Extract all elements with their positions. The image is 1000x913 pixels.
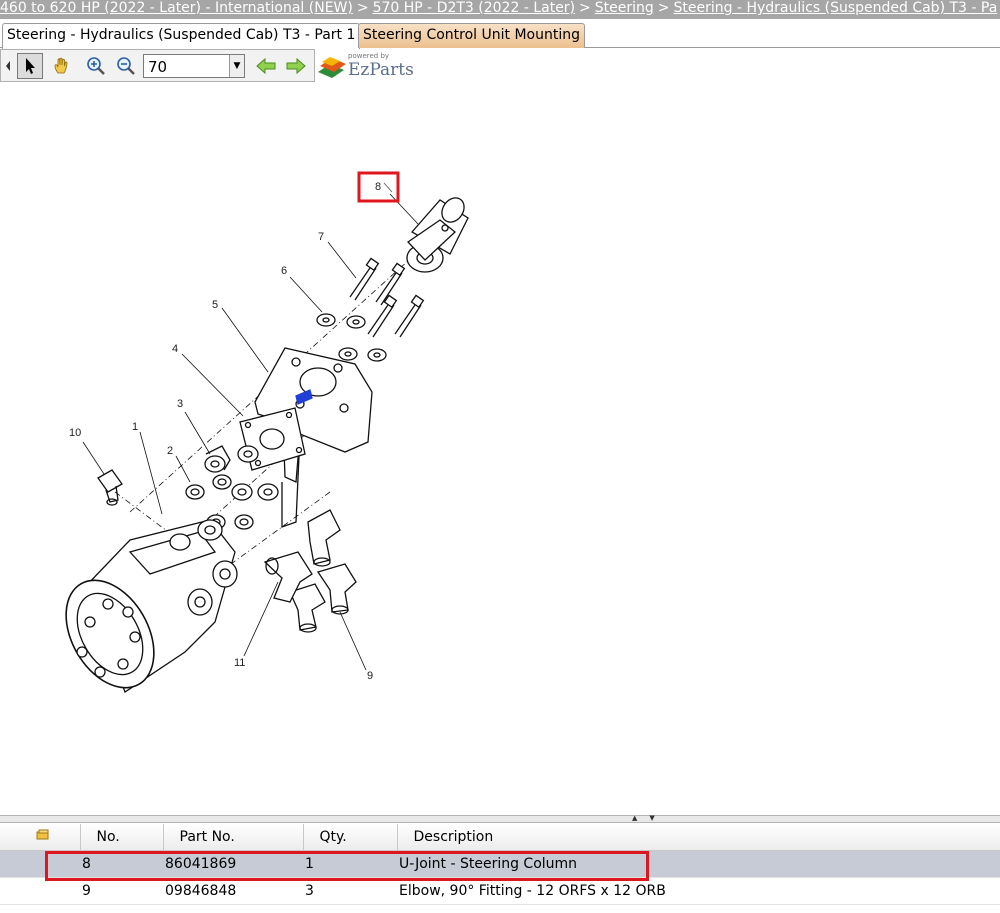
zoom-level-value: 70	[148, 58, 168, 76]
callout-11[interactable]: 11	[234, 657, 245, 669]
column-header-description[interactable]: Description	[397, 824, 1000, 851]
part-2-o-rings[interactable]	[185, 474, 254, 530]
breadcrumb-separator: >	[657, 0, 670, 16]
ezparts-brand-name: EzParts	[348, 60, 414, 80]
powered-by-label: powered by	[348, 52, 390, 60]
parts-diagram[interactable]: 1 2 3 4 5 6 7 8 9 10 11	[0, 82, 1000, 815]
chevron-down-icon[interactable]: ▼	[229, 55, 244, 77]
callout-10[interactable]: 10	[69, 427, 81, 439]
selected-row-highlight	[45, 851, 649, 881]
row-icon-cell	[0, 877, 80, 905]
table-header-row: No. Part No. Qty. Description	[0, 824, 1000, 851]
toolbar-scroll-left-icon[interactable]	[3, 53, 13, 79]
callout-9[interactable]: 9	[367, 670, 373, 682]
callout-6[interactable]: 6	[281, 265, 287, 277]
tab-strip: Steering - Hydraulics (Suspended Cab) T3…	[0, 19, 1000, 49]
viewer-toolbar: 70 ▼	[0, 49, 315, 82]
panel-splitter[interactable]: ▲▼	[0, 814, 1000, 823]
breadcrumb-separator: >	[579, 0, 591, 16]
callout-7[interactable]: 7	[318, 231, 324, 243]
part-6-washers[interactable]	[316, 313, 387, 362]
breadcrumb-separator: >	[356, 0, 369, 16]
tab-hydraulics-part-1[interactable]: Steering - Hydraulics (Suspended Cab) T3…	[2, 23, 361, 49]
breadcrumb: 460 to 620 HP (2022 - Later) - Internati…	[0, 0, 1000, 19]
splitter-arrows-icon[interactable]: ▲▼	[632, 814, 667, 822]
exploded-view-drawing: 1 2 3 4 5 6 7 8 9 10 11	[48, 171, 469, 703]
breadcrumb-link-hydraulics[interactable]: Steering - Hydraulics (Suspended Cab) T3…	[674, 0, 998, 16]
breadcrumb-link-engine[interactable]: 570 HP - D2T3 (2022 - Later)	[373, 0, 575, 16]
cart-list-icon	[36, 829, 49, 840]
callout-1[interactable]: 1	[132, 421, 138, 433]
cell-part-no: 09846848	[163, 877, 303, 905]
select-arrow-icon[interactable]	[17, 53, 43, 79]
callout-5[interactable]: 5	[212, 299, 218, 311]
cell-qty: 3	[303, 877, 397, 905]
part-1-steering-control-unit[interactable]	[48, 519, 238, 703]
column-icon[interactable]	[0, 824, 81, 851]
column-header-qty[interactable]: Qty.	[303, 824, 398, 851]
callout-8[interactable]: 8	[375, 181, 381, 193]
callout-8-pointer	[383, 182, 393, 193]
pan-hand-icon[interactable]	[49, 53, 75, 79]
back-arrow-icon[interactable]	[253, 53, 279, 79]
zoom-level-select[interactable]: 70 ▼	[143, 54, 245, 78]
cell-no: 9	[80, 877, 163, 905]
table-row[interactable]: 9 09846848 3 Elbow, 90° Fitting - 12 ORF…	[0, 877, 1000, 905]
tab-steering-control-unit-mounting[interactable]: Steering Control Unit Mounting	[358, 23, 585, 48]
part-8-u-joint[interactable]	[406, 194, 469, 273]
breadcrumb-link-model[interactable]: 460 to 620 HP (2022 - Later) - Internati…	[0, 0, 353, 16]
forward-arrow-icon[interactable]	[283, 53, 309, 79]
callout-3[interactable]: 3	[177, 398, 183, 410]
column-header-no[interactable]: No.	[80, 824, 164, 851]
zoom-out-icon[interactable]	[113, 53, 139, 79]
cell-description: Elbow, 90° Fitting - 12 ORFS x 12 ORB	[397, 877, 1000, 905]
callout-2[interactable]: 2	[167, 445, 173, 457]
zoom-in-icon[interactable]	[83, 53, 109, 79]
breadcrumb-link-steering[interactable]: Steering	[595, 0, 654, 16]
callout-4[interactable]: 4	[172, 343, 178, 355]
column-header-part-no[interactable]: Part No.	[163, 824, 304, 851]
part-10-fitting[interactable]	[97, 469, 123, 506]
